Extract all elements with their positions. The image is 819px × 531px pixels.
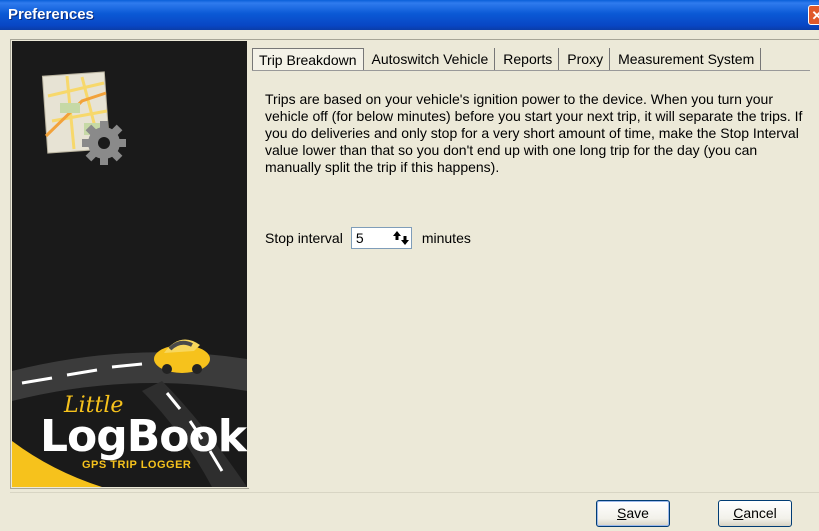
tab-proxy[interactable]: Proxy (561, 48, 611, 70)
tab-strip: Trip Breakdown Autoswitch Vehicle Report… (252, 48, 763, 70)
stop-interval-stepper[interactable]: 5 (350, 227, 412, 249)
stop-interval-unit: minutes (421, 230, 471, 246)
window-title: Preferences (8, 6, 94, 23)
tab-divider (252, 70, 810, 71)
stop-interval-row: Stop interval 5 minutes (265, 225, 471, 251)
logo-logbook-text: LogBook (40, 411, 247, 462)
cancel-label: ancel (743, 505, 777, 521)
tab-measurement-system[interactable]: Measurement System (612, 48, 762, 70)
logo-tagline: GPS TRIP LOGGER (82, 459, 192, 471)
gear-icon (82, 121, 126, 165)
settings-panel: Trip Breakdown Autoswitch Vehicle Report… (248, 39, 819, 488)
close-icon: ✕ (811, 8, 819, 23)
close-button[interactable]: ✕ (808, 5, 819, 25)
save-button[interactable]: Save (596, 500, 670, 527)
tab-reports[interactable]: Reports (497, 48, 560, 70)
dialog-client: Little LogBook GPS TRIP LOGGER Trip Brea… (0, 30, 819, 531)
tab-trip-breakdown[interactable]: Trip Breakdown (252, 48, 364, 70)
save-label: ave (626, 505, 649, 521)
title-bar[interactable]: Preferences ✕ (0, 0, 819, 30)
cancel-button[interactable]: Cancel (718, 500, 792, 527)
cancel-accelerator: C (733, 505, 744, 521)
stop-interval-value[interactable]: 5 (356, 230, 364, 246)
stop-interval-label: Stop interval (265, 230, 343, 246)
footer-divider (10, 492, 819, 493)
save-accelerator: S (617, 505, 627, 521)
branding-panel: Little LogBook GPS TRIP LOGGER (12, 41, 247, 487)
spin-arrows-icon[interactable] (392, 230, 409, 246)
car-icon (154, 339, 210, 374)
trip-breakdown-description: Trips are based on your vehicle's igniti… (265, 91, 803, 175)
tab-autoswitch-vehicle[interactable]: Autoswitch Vehicle (366, 48, 496, 70)
branding-frame: Little LogBook GPS TRIP LOGGER (10, 39, 249, 489)
